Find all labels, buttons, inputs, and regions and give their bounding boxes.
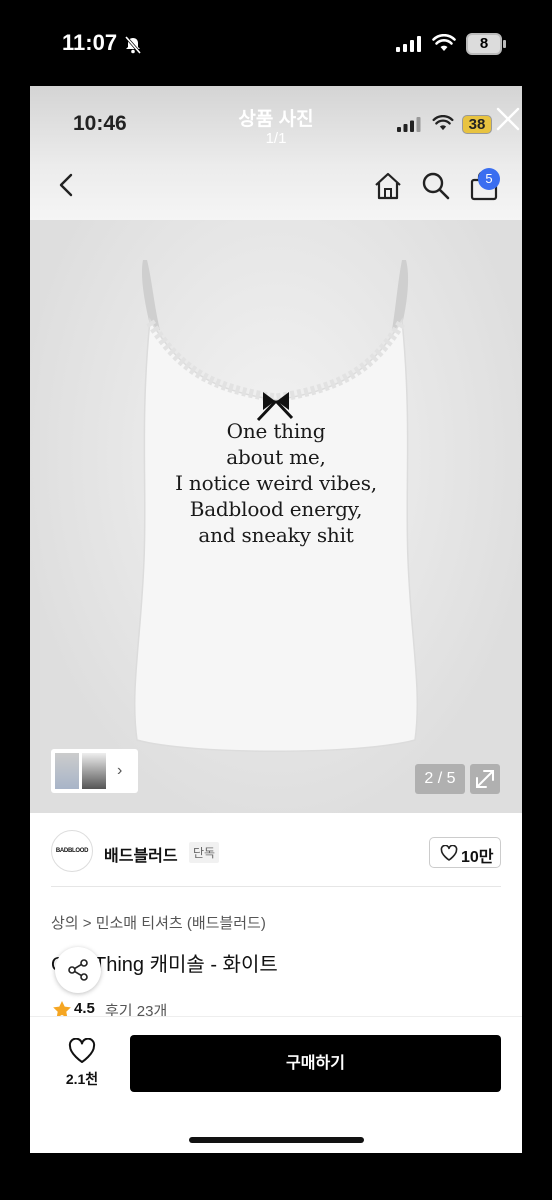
chevron-right-icon: › xyxy=(117,762,123,779)
thumbnail-image xyxy=(82,753,106,789)
share-button[interactable] xyxy=(55,947,101,993)
bottom-action-bar: 2.1천 구매하기 xyxy=(30,1016,522,1153)
brand-like-button[interactable]: 10만 xyxy=(429,837,501,868)
print-line-1: One thing xyxy=(226,419,326,443)
overlay-title: 상품 사진 xyxy=(238,109,314,130)
print-line-4: Badblood energy, xyxy=(189,497,363,521)
viewer-header: 10:46 상품 사진 1/1 38 xyxy=(30,86,522,220)
inner-clock: 10:46 xyxy=(73,112,127,135)
rating-value: 4.5 xyxy=(74,1000,95,1017)
home-icon[interactable] xyxy=(372,170,404,202)
outer-clock: 11:07 xyxy=(62,30,118,55)
cart-count-badge: 5 xyxy=(478,168,500,190)
brand-logo[interactable]: BADBLOOD xyxy=(51,830,93,872)
wishlist-heart-icon[interactable] xyxy=(68,1038,96,1064)
heart-icon xyxy=(440,845,458,861)
outer-status-bar: 11:07 8 xyxy=(0,0,552,86)
wishlist-count: 2.1천 xyxy=(65,1071,99,1087)
exclusive-badge: 단독 xyxy=(189,842,220,863)
battery-indicator: 8 xyxy=(466,33,502,55)
home-indicator[interactable] xyxy=(189,1137,364,1143)
cellular-signal-icon xyxy=(396,36,421,52)
close-icon[interactable] xyxy=(495,106,521,132)
print-line-3: I notice weird vibes, xyxy=(175,471,377,495)
wifi-icon xyxy=(432,34,456,51)
expand-icon[interactable] xyxy=(470,764,500,794)
search-icon[interactable] xyxy=(421,170,451,202)
buy-button[interactable]: 구매하기 xyxy=(130,1035,501,1092)
product-photo-viewer: 10:46 상품 사진 1/1 38 One thing about me, I… xyxy=(30,86,522,1153)
inner-wifi-icon xyxy=(432,115,454,131)
thumbnail-image xyxy=(55,753,79,789)
divider xyxy=(51,886,501,887)
thumbnail-strip-button[interactable]: › xyxy=(51,749,138,793)
inner-signal-icon xyxy=(397,117,421,132)
back-chevron-icon[interactable] xyxy=(58,172,74,198)
breadcrumb[interactable]: 상의 > 민소매 티셔츠 (배드블러드) xyxy=(51,912,266,933)
brand-name[interactable]: 배드블러드 xyxy=(104,842,178,866)
print-line-5: and sneaky shit xyxy=(198,523,354,547)
product-image[interactable]: One thing about me, I notice weird vibes… xyxy=(30,220,522,813)
inner-battery-indicator: 38 xyxy=(462,115,492,134)
battery-nub xyxy=(503,40,506,48)
shirt-print-text: One thing about me, I notice weird vibes… xyxy=(160,418,392,548)
share-icon xyxy=(68,959,88,981)
brand-like-count: 10만 xyxy=(461,849,494,866)
overlay-counter: 1/1 xyxy=(265,130,287,147)
bell-muted-icon xyxy=(124,36,142,54)
print-line-2: about me, xyxy=(226,445,326,469)
image-page-counter: 2 / 5 xyxy=(415,764,465,794)
